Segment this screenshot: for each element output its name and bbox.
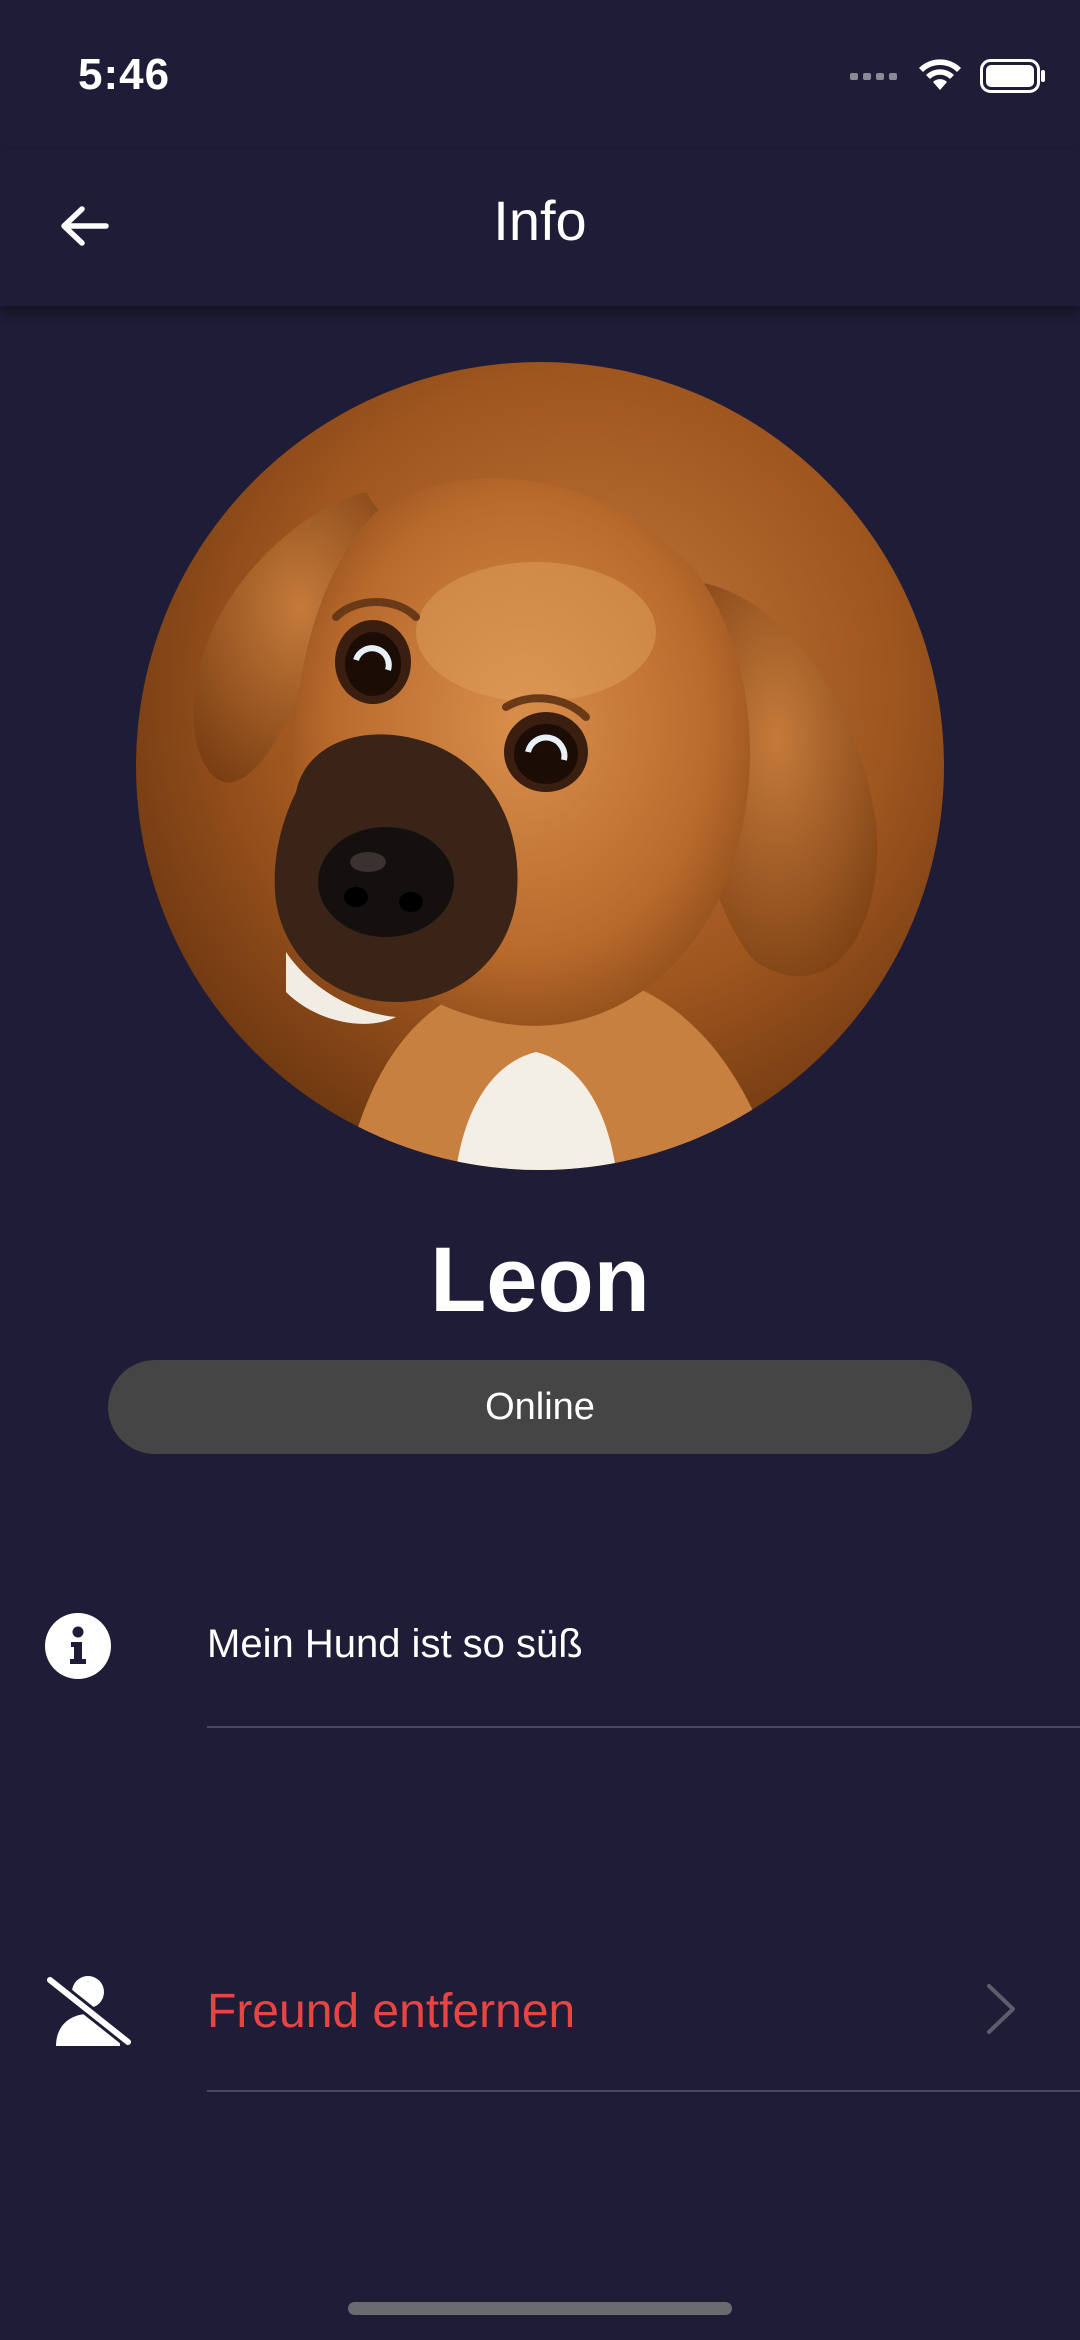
profile-avatar[interactable]: [136, 362, 944, 1170]
page-title: Info: [493, 189, 587, 252]
dog-photo: [136, 362, 944, 1170]
status-time: 5:46: [78, 50, 171, 99]
home-indicator[interactable]: [348, 2302, 732, 2315]
chevron-right-icon: [984, 1982, 1018, 2041]
nav-bar: Info: [0, 150, 1080, 306]
user-remove-icon: [44, 1974, 134, 2053]
about-text: Mein Hund ist so süß: [207, 1622, 583, 1666]
remove-friend-button[interactable]: Freund entfernen: [0, 1920, 1080, 2095]
about-row: Mein Hund ist so süß: [0, 1560, 1080, 1730]
online-status-badge: Online: [108, 1360, 972, 1454]
status-icons: [850, 56, 1046, 100]
status-bar: 5:46: [0, 0, 1080, 150]
info-circle-icon: [44, 1612, 112, 1685]
profile-name: Leon: [430, 1229, 650, 1331]
divider: [207, 1726, 1080, 1728]
wifi-icon: [918, 58, 962, 98]
battery-icon: [980, 58, 1046, 98]
cellular-signal-icon: [850, 69, 900, 87]
divider: [207, 2090, 1080, 2092]
remove-friend-label: Freund entfernen: [207, 1985, 576, 2038]
